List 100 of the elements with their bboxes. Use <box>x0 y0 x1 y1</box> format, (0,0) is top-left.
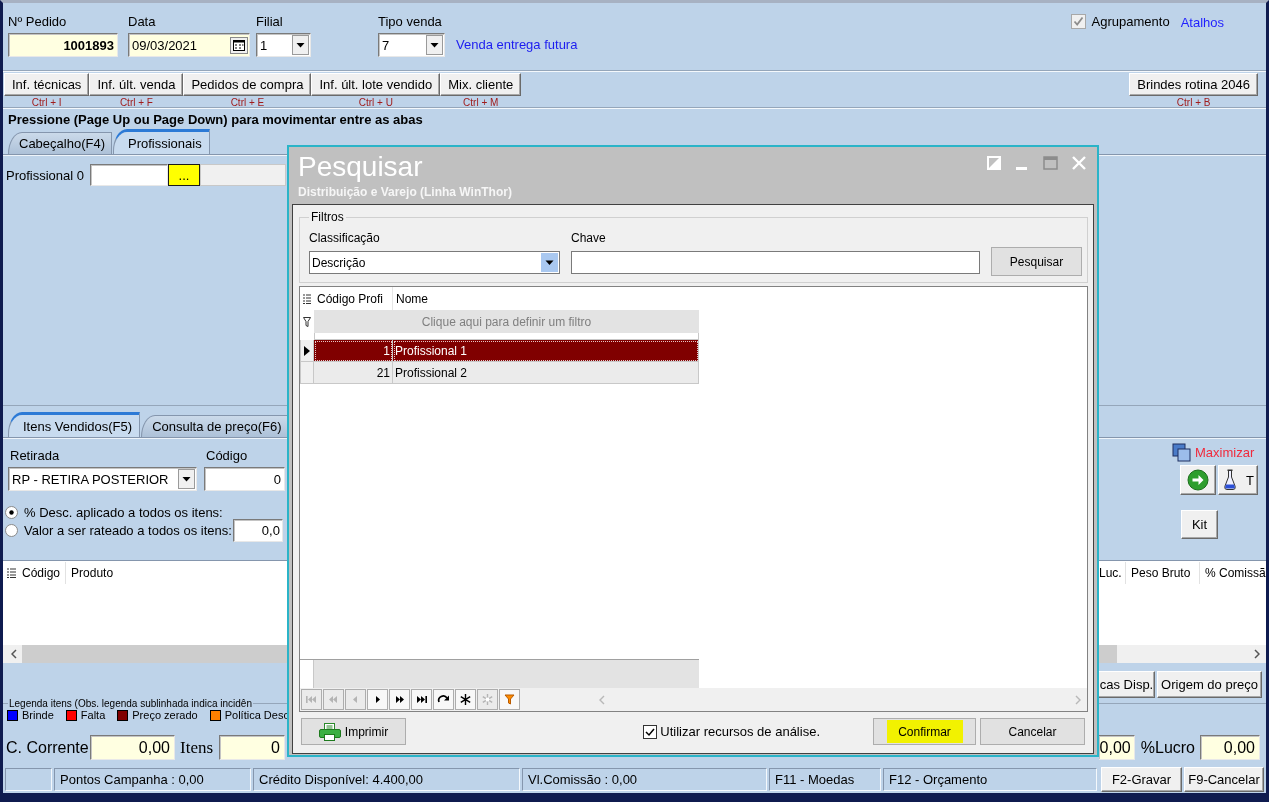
flask-icon <box>1223 469 1237 491</box>
shortcut-label: Ctrl + B <box>1176 97 1211 108</box>
skip-last-icon[interactable] <box>411 689 432 710</box>
branch-label: Filial <box>256 13 284 30</box>
date-label: Data <box>128 13 157 30</box>
key-label: Chave <box>571 231 607 246</box>
total-label: Itens <box>180 737 215 758</box>
code-field[interactable]: 0 <box>204 467 285 491</box>
checkbox[interactable] <box>643 724 658 739</box>
column-header[interactable]: Código <box>17 562 67 584</box>
order-number-label: Nº Pedido <box>8 13 68 30</box>
status-panel: Pontos Campanha : 0,00 <box>54 767 251 791</box>
total-field[interactable]: 0 <box>219 735 285 760</box>
kit-button[interactable]: Kit <box>1181 510 1218 539</box>
list-icon[interactable] <box>303 293 311 304</box>
classification-select[interactable]: Descrição <box>309 251 560 274</box>
checkbox-label: Utilizar recursos de análise. <box>660 724 820 739</box>
classification-label: Classificação <box>309 231 381 246</box>
hint-text: Pressione (Page Up ou Page Down) para movimentar entre as abas <box>7 111 424 127</box>
print-button[interactable]: Imprimir <box>301 718 406 745</box>
grid-cell: Profissional 1 <box>393 340 699 362</box>
radio-button[interactable] <box>5 505 18 519</box>
row-pointer-icon <box>304 345 310 356</box>
refresh-icon[interactable] <box>433 689 454 710</box>
grid-cell: 1 <box>314 340 393 362</box>
withdrawal-label: Retirada <box>9 448 61 464</box>
tab[interactable]: Itens Vendidos(F5) <box>8 412 141 437</box>
radio-label: Valor a ser rateado a todos os itens: <box>24 522 232 538</box>
status-panel: Crédito Disponível: 4.400,00 <box>253 767 520 791</box>
status-panel: F11 - Moedas <box>769 767 881 791</box>
legend-label: Falta <box>80 709 106 721</box>
chevron-left-icon <box>599 694 605 705</box>
status-button[interactable]: F2-Gravar <box>1101 766 1182 792</box>
chevron-right-icon <box>1254 649 1260 659</box>
legend-label: Política Desc <box>224 709 289 721</box>
filter-icon[interactable] <box>303 316 311 327</box>
date-field[interactable]: 09/03/2021 <box>128 33 250 57</box>
order-number-field[interactable]: 1001893 <box>8 33 118 57</box>
asterisk-icon[interactable] <box>455 689 476 710</box>
calendar-icon[interactable] <box>230 36 248 54</box>
tab[interactable]: Profissionais <box>113 129 210 154</box>
toolbar-button[interactable]: Inf. últ. lote vendido <box>311 73 441 96</box>
radio-button[interactable] <box>5 523 18 537</box>
toolbar-button[interactable]: Inf. últ. venda <box>89 73 184 96</box>
toolbar-button[interactable]: Pedidos de compra <box>183 73 312 96</box>
dialog-title: Pesquisar <box>298 151 424 183</box>
toolbar-button[interactable]: Mix. cliente <box>440 73 522 96</box>
column-header[interactable]: Nome <box>393 287 699 310</box>
column-header[interactable]: % Comissã <box>1200 562 1266 584</box>
caret-down-icon[interactable] <box>426 35 443 55</box>
withdrawal-select[interactable]: RP - RETIRA POSTERIOR <box>8 467 197 491</box>
grid-row[interactable]: 1 Profissional 1 <box>300 340 699 362</box>
caret-down-icon[interactable] <box>292 35 309 55</box>
overlapping-squares-icon <box>1172 443 1191 462</box>
professional-label: Profissional 0 <box>6 167 86 183</box>
total-label: C. Corrente <box>6 738 90 757</box>
status-panel <box>5 767 52 791</box>
arrow-button[interactable] <box>1180 465 1216 495</box>
branch-select[interactable]: 1 <box>256 33 311 57</box>
legend-label: Preço zerado <box>132 709 198 721</box>
list-icon[interactable] <box>7 568 16 578</box>
toolbar-button[interactable]: Inf. técnicas <box>4 73 90 96</box>
row-indicator <box>300 362 314 384</box>
apportion-value-field[interactable]: 0,0 <box>232 518 283 542</box>
sale-type-description: Venda entrega futura <box>456 37 578 52</box>
cancel-button[interactable]: Cancelar <box>980 718 1085 745</box>
total-field[interactable]: 0,00 <box>1200 735 1260 760</box>
shortcut-label: Ctrl + E <box>230 97 265 108</box>
printer-icon <box>318 722 341 741</box>
total-field[interactable]: 0,00 <box>1098 735 1135 760</box>
column-header[interactable]: Produto <box>66 562 120 584</box>
professional-field[interactable] <box>90 164 168 186</box>
sale-type-select[interactable]: 7 <box>378 33 445 57</box>
code-label: Código <box>205 448 249 464</box>
caret-down-icon[interactable] <box>178 469 195 489</box>
tab[interactable]: Cabeçalho(F4) <box>8 132 112 154</box>
status-button[interactable]: F9-Cancelar <box>1184 766 1264 792</box>
gifts-button[interactable]: Brindes rotina 2046 <box>1129 73 1258 96</box>
legend-label: Brinde <box>22 709 54 721</box>
table-action-button[interactable]: Origem do preço <box>1157 671 1262 698</box>
grouping-label: Agrupamento <box>1091 13 1170 29</box>
total-field[interactable]: 0,00 <box>90 735 175 760</box>
status-panel: F12 - Orçamento <box>883 767 1097 791</box>
legend-title: Legenda itens (Obs. legenda sublinhada indica incidên <box>8 698 253 709</box>
tab[interactable]: Consulta de preço(F6) <box>141 415 289 437</box>
caret-down-icon[interactable] <box>541 253 558 272</box>
grid-row[interactable]: 21 Profissional 2 <box>300 362 699 384</box>
shortcut-label: Ctrl + F <box>119 97 153 108</box>
flask-button[interactable]: T <box>1218 465 1258 495</box>
lookup-button[interactable]: ... <box>168 164 200 186</box>
double-right-icon[interactable] <box>389 689 410 710</box>
shortcuts-link[interactable]: Atalhos <box>1180 15 1224 30</box>
search-button[interactable]: Pesquisar <box>991 247 1082 276</box>
column-header[interactable]: Peso Bruto <box>1126 562 1200 584</box>
arrow-circle-icon <box>1187 469 1209 491</box>
shortcut-label: Ctrl + I <box>31 97 62 108</box>
sale-type-label: Tipo venda <box>378 13 443 30</box>
table-action-button[interactable]: cas Disp. <box>1099 671 1155 698</box>
key-field[interactable] <box>571 251 980 274</box>
confirm-button[interactable]: Confirmar <box>873 718 976 745</box>
